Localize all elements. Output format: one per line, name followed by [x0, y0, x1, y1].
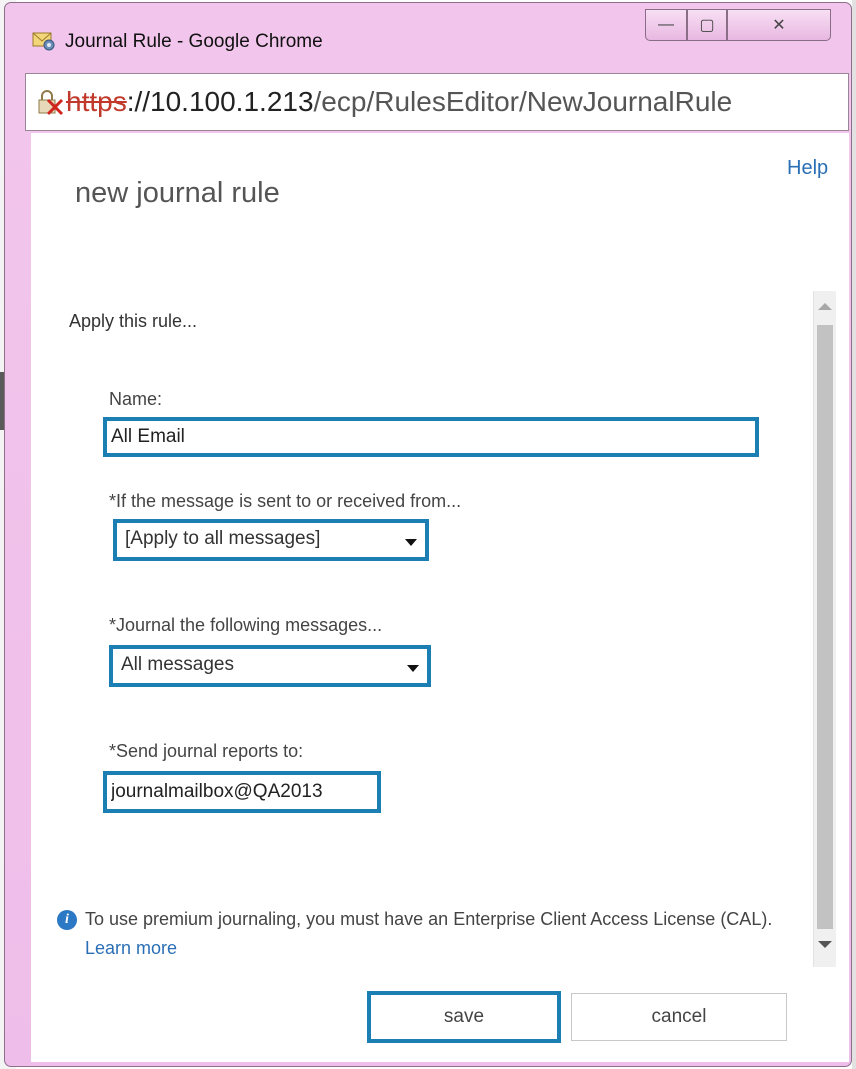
- sent-to-select[interactable]: [Apply to all messages]: [113, 519, 429, 561]
- url-text[interactable]: https://10.100.1.213/ecp/RulesEditor/New…: [66, 86, 732, 118]
- info-message: To use premium journaling, you must have…: [85, 905, 805, 963]
- minimize-icon: —: [658, 16, 674, 33]
- scroll-up-icon[interactable]: [818, 303, 832, 310]
- save-button[interactable]: save: [367, 991, 561, 1043]
- help-link[interactable]: Help: [787, 157, 828, 180]
- insecure-lock-icon: [38, 90, 64, 116]
- mail-gear-icon: [32, 32, 55, 51]
- page-title: new journal rule: [75, 177, 280, 209]
- send-to-input[interactable]: [103, 771, 381, 813]
- close-button[interactable]: ✕: [727, 9, 831, 41]
- name-label: Name:: [109, 389, 163, 409]
- send-to-label: *Send journal reports to:: [109, 741, 304, 761]
- window-title: Journal Rule - Google Chrome: [65, 31, 323, 52]
- info-text: To use premium journaling, you must have…: [85, 909, 773, 929]
- journal-select[interactable]: All messages: [109, 645, 431, 687]
- journal-label: *Journal the following messages...: [109, 615, 383, 635]
- url-path: /ecp/RulesEditor/NewJournalRule: [313, 86, 733, 117]
- url-host: ://10.100.1.213: [126, 86, 314, 117]
- title-bar[interactable]: Journal Rule - Google Chrome — ▢ ✕: [5, 3, 851, 75]
- close-icon: ✕: [772, 17, 786, 34]
- sent-to-value: [Apply to all messages]: [125, 528, 321, 549]
- maximize-icon: ▢: [699, 17, 715, 34]
- journal-value: All messages: [121, 654, 234, 675]
- scroll-thumb[interactable]: [817, 325, 833, 929]
- scroll-down-icon[interactable]: [818, 941, 832, 948]
- chevron-down-icon: [407, 665, 419, 672]
- scrollbar[interactable]: [813, 291, 836, 967]
- url-scheme: https: [66, 86, 127, 117]
- info-icon: i: [57, 910, 77, 930]
- sent-to-label: *If the message is sent to or received f…: [109, 491, 462, 511]
- browser-window: Journal Rule - Google Chrome — ▢ ✕ https…: [4, 2, 852, 1067]
- cancel-button[interactable]: cancel: [571, 993, 787, 1041]
- learn-more-link[interactable]: Learn more: [85, 938, 177, 958]
- name-input[interactable]: [103, 417, 759, 457]
- section-heading: Apply this rule...: [69, 311, 198, 331]
- address-bar[interactable]: https://10.100.1.213/ecp/RulesEditor/New…: [25, 73, 849, 131]
- dialog-content: Help new journal rule Apply this rule...…: [31, 133, 849, 1062]
- background-desktop-right: [852, 0, 856, 1069]
- chevron-down-icon: [405, 539, 417, 546]
- minimize-button[interactable]: —: [645, 9, 687, 41]
- maximize-button[interactable]: ▢: [687, 9, 727, 41]
